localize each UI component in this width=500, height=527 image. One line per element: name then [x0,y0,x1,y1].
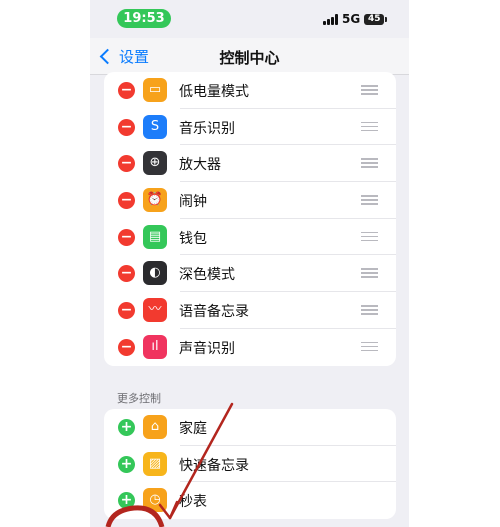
control-label: 快速备忘录 [179,457,249,474]
reorder-handle-icon[interactable] [361,195,378,205]
control-label: 放大器 [179,157,221,174]
reorder-handle-icon[interactable] [361,158,378,168]
control-label: 钱包 [179,230,207,247]
remove-control-button[interactable]: − [118,265,135,283]
shazam-icon: S [143,114,167,139]
more-controls-list: + ⌂ 家庭 + ▨ 快速备忘录 + ◷ 秒表 [104,409,396,520]
control-label: 家庭 [179,421,207,437]
network-label: 5G [342,12,361,26]
control-row: − S 音乐识别 [104,109,396,146]
control-label: 秒表 [179,494,207,511]
magnifier-icon: ⊕ [143,151,167,176]
status-indicators: 5G 45 [323,12,388,26]
control-row: − 〰语音备忘录 [104,292,396,329]
page-title: 控制中心 [219,49,280,67]
included-controls-list: − ▭ 低电量模式 − S 音乐识别 − ⊕ 放大器 − ⏰ 闹钟 − ▤ 钱包 − ◐ 深色模式 − 〰语音备忘录 −… [104,72,396,366]
control-row: − ⊕ 放大器 [104,145,396,183]
alarm-icon: ⏰ [143,188,167,213]
reorder-handle-icon[interactable] [361,121,378,132]
control-row: − ıl 声音识别 [104,329,396,366]
control-row: − ▭ 低电量模式 [104,72,396,109]
reorder-handle-icon[interactable] [361,341,378,352]
control-row: + ▨ 快速备忘录 [104,446,396,483]
signal-icon [323,13,338,25]
remove-control-button[interactable]: − [118,82,135,99]
add-control-button[interactable]: + [118,455,135,473]
battery-icon: ▭ [143,78,167,102]
remove-control-button[interactable]: − [118,155,135,173]
remove-control-button[interactable]: − [118,338,135,356]
phone-screen: 19:53 5G 45 设置 控制中心 − ▭ 低电量模式 − S 音乐识别 − ⊕ 放大器 − ⏰… [90,0,409,527]
status-time: 19:53 [117,9,171,28]
wallet-icon: ▤ [143,224,167,249]
quick-note-icon: ▨ [143,451,167,476]
control-row: + ◷ 秒表 [104,482,396,519]
status-bar: 19:53 5G 45 [90,0,409,38]
control-label: 低电量模式 [179,84,249,100]
remove-control-button[interactable]: − [118,192,135,210]
reorder-handle-icon[interactable] [361,231,378,242]
dark-mode-icon: ◐ [143,261,167,286]
navigation-bar: 设置 控制中心 [90,38,409,75]
control-label: 声音识别 [179,340,235,357]
remove-control-button[interactable]: − [118,228,135,246]
reorder-handle-icon[interactable] [361,305,378,315]
control-label: 语音备忘录 [179,304,249,321]
home-icon: ⌂ [143,415,167,439]
sound-recognition-icon: ıl [143,334,167,359]
control-label: 闹钟 [179,194,207,211]
voice-memo-icon: 〰 [143,298,167,323]
add-control-button[interactable]: + [118,419,135,436]
reorder-handle-icon[interactable] [361,268,378,278]
control-row: + ⌂ 家庭 [104,409,396,446]
control-label: 音乐识别 [179,120,235,137]
add-control-button[interactable]: + [118,492,135,510]
control-row: − ◐ 深色模式 [104,255,396,293]
control-row: − ▤ 钱包 [104,219,396,256]
remove-control-button[interactable]: − [118,118,135,136]
control-row: − ⏰ 闹钟 [104,182,396,219]
stopwatch-icon: ◷ [143,488,167,513]
section-header-more-controls: 更多控制 [117,392,161,405]
control-label: 深色模式 [179,267,235,284]
battery-indicator-icon: 45 [364,13,388,25]
remove-control-button[interactable]: − [118,302,135,320]
reorder-handle-icon[interactable] [361,85,378,95]
